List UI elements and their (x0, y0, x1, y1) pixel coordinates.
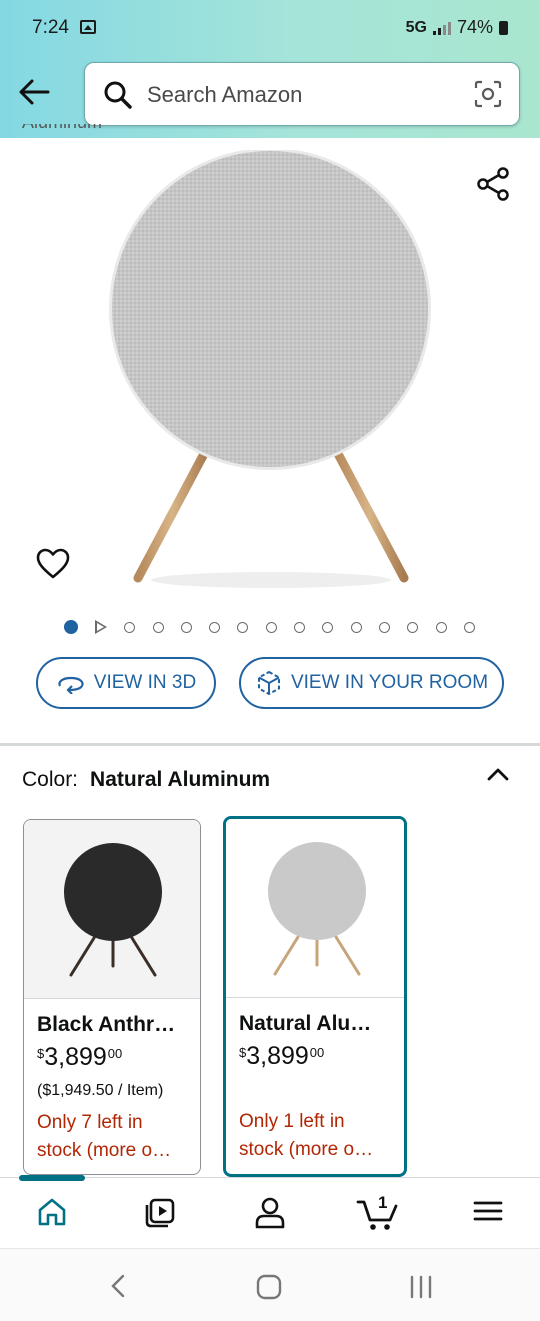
search-input[interactable]: Search Amazon (84, 62, 520, 126)
variant-unit-price (239, 1081, 390, 1100)
carousel-dot[interactable] (407, 621, 419, 633)
carousel-dot[interactable] (237, 621, 249, 633)
status-time: 7:24 (32, 17, 69, 38)
cart-count-badge: 1 (378, 1193, 388, 1212)
video-icon[interactable] (143, 1196, 177, 1230)
carousel-dot[interactable] (209, 621, 221, 633)
chevron-up-icon[interactable] (486, 764, 510, 784)
carousel-dot[interactable] (180, 621, 192, 633)
bottom-navigation (0, 1177, 540, 1248)
carousel-dot-active[interactable] (64, 620, 78, 634)
ar-cube-icon (257, 670, 280, 696)
variant-image (226, 819, 404, 998)
home-icon[interactable] (36, 1196, 68, 1228)
variant-name: Black Anthr… (37, 1013, 176, 1036)
variant-card-natural-aluminum[interactable]: Natural Alu… $3,899 00 Only 1 left in sto… (223, 816, 407, 1177)
system-back-icon[interactable] (108, 1273, 128, 1299)
video-play-icon[interactable] (95, 620, 108, 634)
view-in-3d-label: VIEW IN 3D (93, 672, 197, 693)
view-in-3d-button[interactable]: VIEW IN 3D (36, 657, 216, 709)
rotate-3d-icon (58, 676, 84, 694)
variant-stock-status: Only 7 left in stock (more o… (37, 1112, 172, 1161)
color-selector-header: Color: Natural Aluminum (22, 768, 270, 792)
view-in-your-room-button[interactable]: VIEW IN YOUR ROOM (239, 657, 504, 709)
speaker-thumbnail (268, 842, 366, 976)
wishlist-heart-icon[interactable] (36, 548, 70, 580)
search-placeholder: Search Amazon (147, 82, 303, 107)
status-indicators: 5G 74% (406, 17, 508, 38)
camera-search-icon[interactable] (473, 79, 503, 109)
back-arrow-icon[interactable] (14, 74, 54, 110)
speaker-thumbnail (64, 843, 162, 977)
system-navigation-bar (0, 1248, 540, 1321)
variant-name: Natural Alu… (239, 1012, 372, 1035)
share-icon[interactable] (476, 166, 512, 202)
system-recents-icon[interactable] (409, 1274, 433, 1300)
signal-icon (432, 21, 451, 35)
view-in-room-label: VIEW IN YOUR ROOM (290, 672, 489, 693)
battery-percent: 74% (456, 17, 493, 37)
section-divider (0, 743, 540, 746)
variant-card-black-anthracite[interactable]: Black Anthr… $3,899 00 ($1,949.50 / Item)… (23, 819, 201, 1175)
network-type: 5G (405, 18, 427, 36)
image-carousel-dots[interactable] (64, 620, 492, 634)
carousel-dot[interactable] (322, 621, 334, 633)
active-tab-indicator (19, 1175, 85, 1181)
top-bar: 7:24 5G 74% Search Amazon (0, 0, 540, 138)
variant-price: $3,899 00 (37, 1043, 123, 1071)
carousel-dot[interactable] (265, 621, 277, 633)
color-label: Color: (22, 768, 79, 791)
system-home-icon[interactable] (256, 1274, 282, 1300)
carousel-dot[interactable] (350, 621, 362, 633)
search-icon (104, 81, 132, 109)
carousel-dot[interactable] (463, 621, 475, 633)
menu-icon[interactable] (472, 1196, 504, 1226)
color-value: Natural Aluminum (90, 768, 271, 791)
product-image[interactable] (106, 150, 436, 590)
variant-image (24, 820, 200, 999)
carousel-dot[interactable] (152, 621, 164, 633)
gallery-notification-icon (80, 20, 96, 34)
carousel-dot[interactable] (378, 621, 390, 633)
carousel-dot[interactable] (124, 621, 136, 633)
product-title-fragment: Aluminum (22, 124, 102, 138)
account-icon[interactable] (254, 1196, 286, 1230)
carousel-dot[interactable] (294, 621, 306, 633)
carousel-dot[interactable] (435, 621, 447, 633)
variant-price: $3,899 00 (239, 1042, 325, 1070)
variant-unit-price: ($1,949.50 / Item) (37, 1082, 164, 1099)
variant-stock-status: Only 1 left in stock (more o… (239, 1111, 374, 1160)
battery-icon (499, 20, 508, 35)
